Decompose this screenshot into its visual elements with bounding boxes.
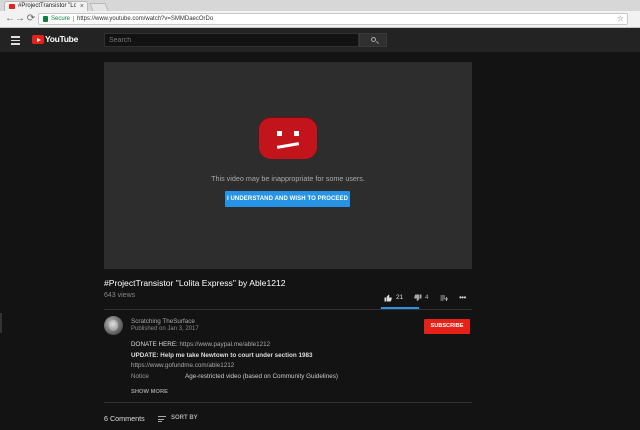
playlist-add-icon	[440, 295, 448, 301]
more-actions-button[interactable]: •••	[459, 293, 469, 303]
thumbs-down-icon	[414, 294, 422, 302]
address-bar[interactable]: Secure https://www.youtube.com/watch?v=S…	[38, 13, 628, 25]
age-restriction-message: This video may be inappropriate for some…	[211, 174, 365, 183]
browser-tab-strip: #ProjectTransistor "Lolit ×	[0, 0, 640, 11]
add-to-playlist-button[interactable]	[440, 293, 448, 303]
youtube-masthead: YouTube	[0, 28, 640, 52]
reload-icon[interactable]: ⟳	[25, 13, 37, 25]
video-title: #ProjectTransistor "Lolita Express" by A…	[104, 278, 286, 288]
channel-avatar[interactable]	[104, 316, 123, 335]
sort-icon	[158, 416, 166, 422]
channel-name[interactable]: Scratching TheSurface	[131, 318, 195, 325]
proceed-button[interactable]: I UNDERSTAND AND WISH TO PROCEED	[225, 191, 350, 207]
browser-toolbar: ← → ⟳ Secure https://www.youtube.com/wat…	[0, 11, 640, 28]
youtube-favicon-icon	[9, 4, 15, 9]
lock-icon	[43, 16, 48, 22]
search-button[interactable]	[359, 33, 387, 47]
thumbs-up-icon	[384, 294, 392, 302]
video-player[interactable]: This video may be inappropriate for some…	[104, 62, 472, 269]
browser-tab-title: #ProjectTransistor "Lolit	[18, 3, 76, 9]
donate-line: DONATE HERE: https://www.paypal.me/able1…	[131, 341, 270, 348]
window-edge	[0, 313, 2, 333]
notice-label: Notice	[131, 373, 149, 380]
update-line: UPDATE: Help me take Newtown to court un…	[131, 352, 313, 359]
comment-count: 6 Comments	[104, 414, 145, 423]
address-divider	[73, 16, 74, 22]
publish-date: Published on Jan 3, 2017	[131, 326, 199, 332]
paypal-link[interactable]: https://www.paypal.me/able1212	[180, 341, 271, 348]
sort-by-label: SORT BY	[171, 415, 198, 421]
gofundme-line: https://www.gofundme.com/able1212	[131, 362, 234, 369]
search-icon	[371, 37, 376, 42]
dislike-count: 4	[425, 294, 429, 301]
view-count: 643 views	[104, 292, 136, 299]
search-input[interactable]	[105, 34, 358, 46]
youtube-logo-text: YouTube	[45, 34, 78, 44]
actions-divider	[104, 309, 472, 310]
bookmark-star-icon[interactable]: ☆	[617, 14, 624, 24]
browser-tab[interactable]: #ProjectTransistor "Lolit ×	[4, 1, 88, 11]
donate-label: DONATE HERE:	[131, 341, 178, 348]
search-box[interactable]	[104, 33, 359, 47]
sad-face-icon	[259, 117, 317, 159]
youtube-play-icon	[32, 35, 44, 44]
secure-label: Secure	[51, 16, 71, 22]
show-more-button[interactable]: SHOW MORE	[131, 389, 168, 395]
comments-divider	[104, 402, 472, 403]
notice-value: Age-restricted video (based on Community…	[185, 373, 338, 380]
close-tab-icon[interactable]: ×	[80, 2, 84, 11]
like-count: 21	[396, 294, 404, 301]
gofundme-link[interactable]: https://www.gofundme.com/able1212	[131, 362, 234, 369]
url-text[interactable]: https://www.youtube.com/watch?v=SMMDaecO…	[77, 14, 213, 24]
new-tab-button[interactable]	[89, 3, 109, 11]
subscribe-button[interactable]: SUBSCRIBE	[424, 319, 470, 334]
hamburger-menu-icon[interactable]	[11, 36, 20, 45]
